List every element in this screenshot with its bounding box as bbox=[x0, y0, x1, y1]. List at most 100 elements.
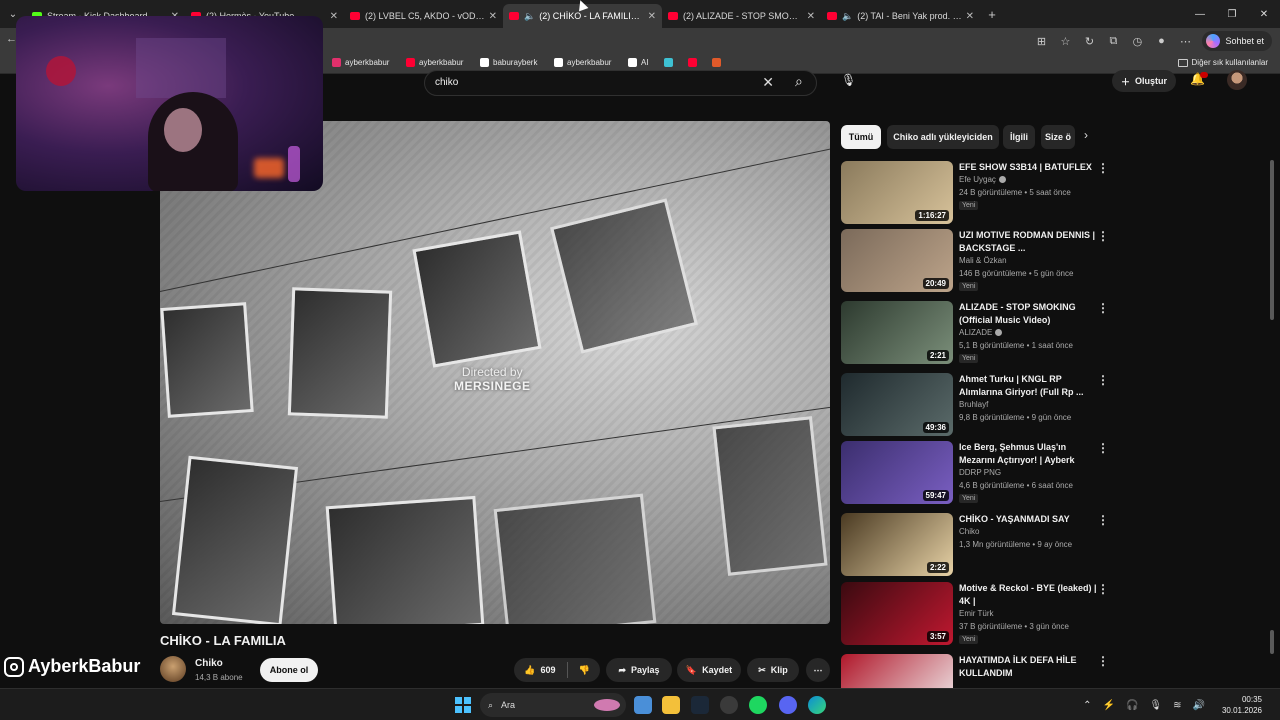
recommended-video[interactable]: 1:16:27 EFE SHOW S3B14 | BATUFLEX Efe Uyga… bbox=[841, 161, 1113, 225]
settings-gear-icon[interactable] bbox=[720, 696, 738, 714]
windows-start-icon[interactable] bbox=[455, 697, 471, 713]
bookmark-item[interactable]: baburayberk bbox=[480, 58, 537, 67]
chevron-right-icon[interactable]: › bbox=[1084, 128, 1088, 142]
recommended-video[interactable]: 20:49 UZI MOTIVE RODMAN DENNIS | BACKSTAG… bbox=[841, 229, 1113, 293]
bookmark-item[interactable]: ayberkbabur bbox=[332, 58, 389, 67]
recommended-video[interactable]: 2:22 CHİKO - YAŞANMADI SAY Chiko 1,3 Mn gör… bbox=[841, 513, 1113, 577]
filter-chip[interactable]: Tümü bbox=[841, 125, 881, 149]
recommended-channel[interactable]: Bruhlayf bbox=[959, 400, 988, 409]
bookmark-item[interactable]: ayberkbabur bbox=[554, 58, 611, 67]
more-options-icon[interactable]: ⋮ bbox=[1097, 161, 1109, 175]
bookmark-item[interactable]: AI bbox=[628, 58, 649, 67]
recommended-video[interactable]: 2:21 ALIZADE - STOP SMOKING (Official Mus… bbox=[841, 301, 1113, 365]
recommended-channel[interactable]: ALIZADE bbox=[959, 328, 1003, 337]
browser-tab[interactable]: (2) LVBEL C5, AKDO - vODKA BEL ✕ bbox=[344, 4, 503, 28]
more-options-icon[interactable]: ⋮ bbox=[1097, 441, 1109, 455]
recommended-video[interactable]: 49:36 Ahmet Turku | KNGL RP Alımlarına Gi… bbox=[841, 373, 1113, 437]
copilot-button[interactable]: Sohbet et bbox=[1202, 31, 1272, 51]
recommended-title[interactable]: HAYATIMDA İLK DEFA HİLE KULLANDIM bbox=[959, 654, 1099, 680]
user-avatar[interactable] bbox=[1227, 70, 1247, 90]
recommended-title[interactable]: Motive & Reckol - BYE (leaked) | 4K | bbox=[959, 582, 1099, 608]
photos-app-icon[interactable] bbox=[634, 696, 652, 714]
video-thumbnail[interactable]: 3:57 bbox=[841, 582, 953, 645]
filter-chip[interactable]: Size ö bbox=[1041, 125, 1075, 149]
video-thumbnail[interactable]: 49:36 bbox=[841, 373, 953, 436]
video-thumbnail[interactable]: 2:21 bbox=[841, 301, 953, 364]
subscribe-button[interactable]: Abone ol bbox=[260, 658, 318, 682]
bookmark-item[interactable] bbox=[712, 58, 721, 67]
scrollbar-thumb-lower[interactable] bbox=[1270, 630, 1274, 654]
search-icon[interactable]: ⌕ bbox=[795, 73, 803, 90]
dislike-icon[interactable]: 👎 bbox=[579, 665, 590, 676]
scrollbar-thumb[interactable] bbox=[1270, 160, 1274, 320]
search-input[interactable]: chiko ✕ bbox=[424, 70, 817, 96]
extensions-icon[interactable]: ⧉ bbox=[1106, 35, 1120, 48]
channel-name[interactable]: Chiko bbox=[195, 658, 223, 669]
bookmark-item[interactable] bbox=[664, 58, 673, 67]
minimize-icon[interactable]: — bbox=[1184, 9, 1216, 20]
refresh-icon[interactable]: ↻ bbox=[1082, 35, 1096, 48]
browser-tab[interactable]: (2) ALIZADE - STOP SMOKING (Of ✕ bbox=[662, 4, 821, 28]
chevron-up-icon[interactable]: ⌃ bbox=[1083, 700, 1091, 711]
video-thumbnail[interactable]: 59:47 bbox=[841, 441, 953, 504]
close-tab-icon[interactable]: ✕ bbox=[807, 11, 815, 22]
microphone-tray-icon[interactable]: 🎙 bbox=[1149, 700, 1162, 711]
recommended-title[interactable]: Ahmet Turku | KNGL RP Alımlarına Giriyor… bbox=[959, 373, 1099, 399]
bookmark-item[interactable] bbox=[688, 58, 697, 67]
speaker-icon[interactable]: 🔈 bbox=[524, 11, 535, 22]
history-icon[interactable]: ◷ bbox=[1130, 35, 1144, 48]
share-button[interactable]: ➦ Paylaş bbox=[606, 658, 672, 682]
taskbar-search[interactable]: ⌕ Ara bbox=[480, 693, 626, 717]
speaker-icon[interactable]: 🔈 bbox=[842, 11, 853, 22]
app-available-icon[interactable]: ⊞ bbox=[1034, 35, 1048, 48]
video-thumbnail[interactable]: 1:16:27 bbox=[841, 161, 953, 224]
browser-tab[interactable]: 🔈 (2) TAI - Beni Yak prod. EVREN ✕ bbox=[821, 4, 980, 28]
clip-button[interactable]: ✂ Klip bbox=[747, 658, 799, 682]
more-options-icon[interactable]: ⋮ bbox=[1097, 513, 1109, 527]
recommended-video[interactable]: 3:57 Motive & Reckol - BYE (leaked) | 4K … bbox=[841, 582, 1113, 646]
close-tab-icon[interactable]: ✕ bbox=[489, 11, 497, 22]
save-button[interactable]: 🔖 Kaydet bbox=[677, 658, 741, 682]
recommended-title[interactable]: ALIZADE - STOP SMOKING (Official Music V… bbox=[959, 301, 1099, 327]
settings-dots-icon[interactable]: ⋯ bbox=[1178, 35, 1192, 48]
recommended-title[interactable]: Ice Berg, Şehmus Ulaş'ın Mezarını Açtırı… bbox=[959, 441, 1099, 467]
more-options-icon[interactable]: ⋮ bbox=[1097, 229, 1109, 243]
filter-chip[interactable]: İlgili bbox=[1003, 125, 1035, 149]
system-clock[interactable]: 00:35 30.01.2026 bbox=[1222, 694, 1262, 716]
recommended-video[interactable]: 59:47 Ice Berg, Şehmus Ulaş'ın Mezarını A… bbox=[841, 441, 1113, 505]
recommended-title[interactable]: EFE SHOW S3B14 | BATUFLEX bbox=[959, 161, 1099, 174]
favorite-star-icon[interactable]: ☆ bbox=[1058, 35, 1072, 48]
new-tab-button[interactable]: + bbox=[980, 7, 1004, 22]
more-options-icon[interactable]: ⋮ bbox=[1097, 582, 1109, 596]
video-thumbnail[interactable]: 20:49 bbox=[841, 229, 953, 292]
recommended-title[interactable]: CHİKO - YAŞANMADI SAY bbox=[959, 513, 1099, 526]
video-player[interactable]: Directed by MERSINEGE bbox=[160, 121, 830, 624]
more-options-icon[interactable]: ⋮ bbox=[1097, 654, 1109, 668]
more-actions-button[interactable]: ⋯ bbox=[806, 658, 830, 682]
close-tab-icon[interactable]: ✕ bbox=[966, 11, 974, 22]
steam-icon[interactable] bbox=[691, 696, 709, 714]
like-icon[interactable]: 👍 bbox=[524, 665, 535, 676]
maximize-icon[interactable]: ❐ bbox=[1216, 9, 1248, 20]
like-count[interactable]: 609 bbox=[540, 665, 555, 675]
edge-browser-icon[interactable] bbox=[808, 696, 826, 714]
wifi-icon[interactable]: ≋ bbox=[1173, 700, 1181, 711]
network-icon[interactable]: ⚡ bbox=[1103, 700, 1115, 711]
microphone-icon[interactable]: 🎙 bbox=[841, 73, 856, 87]
profile-icon[interactable]: ● bbox=[1154, 35, 1168, 47]
volume-icon[interactable]: 🔊 bbox=[1193, 700, 1205, 711]
close-window-icon[interactable]: ✕ bbox=[1248, 9, 1280, 20]
recommended-channel[interactable]: Chiko bbox=[959, 527, 979, 536]
discord-icon[interactable] bbox=[779, 696, 797, 714]
more-options-icon[interactable]: ⋮ bbox=[1097, 301, 1109, 315]
create-button[interactable]: ＋ Oluştur bbox=[1112, 70, 1176, 92]
video-thumbnail[interactable]: 2:22 bbox=[841, 513, 953, 576]
recommended-channel[interactable]: Emir Türk bbox=[959, 609, 994, 618]
recommended-channel[interactable]: Efe Uygaç bbox=[959, 175, 1006, 184]
spotify-icon[interactable] bbox=[749, 696, 767, 714]
close-tab-icon[interactable]: ✕ bbox=[330, 11, 338, 22]
close-tab-icon[interactable]: ✕ bbox=[648, 11, 656, 22]
bookmark-item[interactable]: ayberkbabur bbox=[406, 58, 463, 67]
clear-search-icon[interactable]: ✕ bbox=[762, 74, 774, 91]
channel-avatar[interactable] bbox=[160, 656, 186, 682]
